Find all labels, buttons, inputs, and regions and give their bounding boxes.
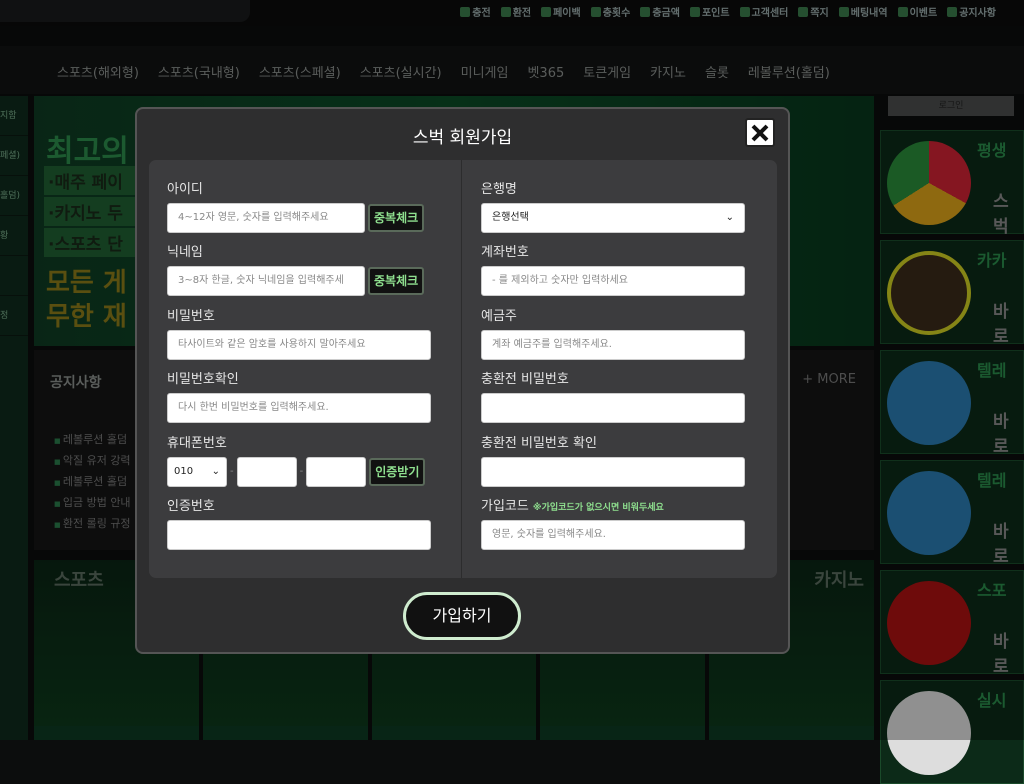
close-button[interactable] [745, 118, 775, 147]
tx-password-confirm-input[interactable] [481, 456, 745, 487]
nickname-duplicate-check-button[interactable]: 중복체크 [368, 267, 425, 296]
chevron-down-icon: ⌄ [725, 212, 734, 223]
phone-field-group: 휴대폰번호 010 ⌄ - - 인증받기 [167, 436, 431, 499]
phone-prefix-value: 010 [174, 465, 194, 477]
account-input[interactable]: - 를 제외하고 숫자만 입력하세요 [481, 266, 745, 297]
auth-code-field-group: 인증번호 [167, 499, 431, 562]
phone-prefix-select[interactable]: 010 ⌄ [167, 456, 227, 487]
bank-select[interactable]: 은행선택 ⌄ [481, 203, 745, 233]
join-code-label: 가입코드 ※가입코드가 없으시면 비워두세요 [481, 499, 745, 520]
phone-middle-input[interactable] [236, 456, 297, 487]
tx-password-field-group: 충환전 비밀번호 [481, 372, 745, 435]
bank-field-group: 은행명 은행선택 ⌄ [481, 182, 745, 245]
auth-code-input[interactable] [167, 519, 431, 550]
signup-submit-button[interactable]: 가입하기 [403, 592, 521, 640]
bank-select-value: 은행선택 [492, 212, 529, 223]
column-divider [461, 160, 462, 578]
holder-input[interactable]: 계좌 예금주를 입력해주세요. [481, 329, 745, 360]
password-input[interactable]: 타사이트와 같은 암호를 사용하지 말아주세요 [167, 329, 431, 360]
password-confirm-label: 비밀번호확인 [167, 372, 239, 388]
tx-password-label: 충환전 비밀번호 [481, 372, 569, 388]
id-field-group: 아이디 4~12자 영문, 숫자를 입력해주세요 중복체크 [167, 182, 431, 245]
chevron-down-icon: ⌄ [211, 465, 220, 477]
signup-modal: 스벅 회원가입 아이디 4~12자 영문, 숫자를 입력해주세요 중복체크 닉네임… [135, 107, 790, 654]
phone-label: 휴대폰번호 [167, 435, 227, 451]
password-confirm-field-group: 비밀번호확인 다시 한번 비밀번호를 입력해주세요. [167, 372, 431, 435]
account-field-group: 계좌번호 - 를 제외하고 숫자만 입력하세요 [481, 245, 745, 308]
phone-separator: - [230, 466, 234, 478]
form-panel: 아이디 4~12자 영문, 숫자를 입력해주세요 중복체크 닉네임 3~8자 한글… [149, 160, 777, 578]
nickname-input[interactable]: 3~8자 한글, 숫자 닉네임을 입력해주세 [167, 266, 365, 297]
id-duplicate-check-button[interactable]: 중복체크 [368, 204, 425, 232]
join-code-label-text: 가입코드 [481, 498, 529, 514]
request-verification-button[interactable]: 인증받기 [369, 457, 426, 486]
modal-title: 스벅 회원가입 [412, 128, 513, 148]
join-code-note: ※가입코드가 없으시면 비워두세요 [532, 502, 664, 513]
holder-field-group: 예금주 계좌 예금주를 입력해주세요. [481, 309, 745, 372]
bank-label: 은행명 [481, 182, 517, 197]
auth-code-label: 인증번호 [167, 498, 215, 514]
tx-password-confirm-field-group: 충환전 비밀번호 확인 [481, 436, 745, 499]
nickname-label: 닉네임 [167, 245, 203, 261]
password-label: 비밀번호 [167, 308, 215, 324]
close-icon [751, 124, 769, 141]
id-input[interactable]: 4~12자 영문, 숫자를 입력해주세요 [167, 203, 365, 233]
tx-password-input[interactable] [481, 393, 745, 424]
join-code-input[interactable]: 영문, 숫자를 입력해주세요. [481, 519, 745, 550]
join-code-field-group: 가입코드 ※가입코드가 없으시면 비워두세요 영문, 숫자를 입력해주세요. [481, 499, 745, 562]
id-label: 아이디 [167, 182, 203, 197]
nickname-field-group: 닉네임 3~8자 한글, 숫자 닉네임을 입력해주세 중복체크 [167, 245, 431, 308]
phone-last-input[interactable] [306, 456, 367, 487]
phone-separator: - [299, 466, 304, 478]
password-confirm-input[interactable]: 다시 한번 비밀번호를 입력해주세요. [167, 393, 431, 424]
account-label: 계좌번호 [481, 245, 529, 261]
tx-password-confirm-label: 충환전 비밀번호 확인 [481, 435, 597, 451]
password-field-group: 비밀번호 타사이트와 같은 암호를 사용하지 말아주세요 [167, 309, 431, 372]
holder-label: 예금주 [481, 308, 517, 324]
